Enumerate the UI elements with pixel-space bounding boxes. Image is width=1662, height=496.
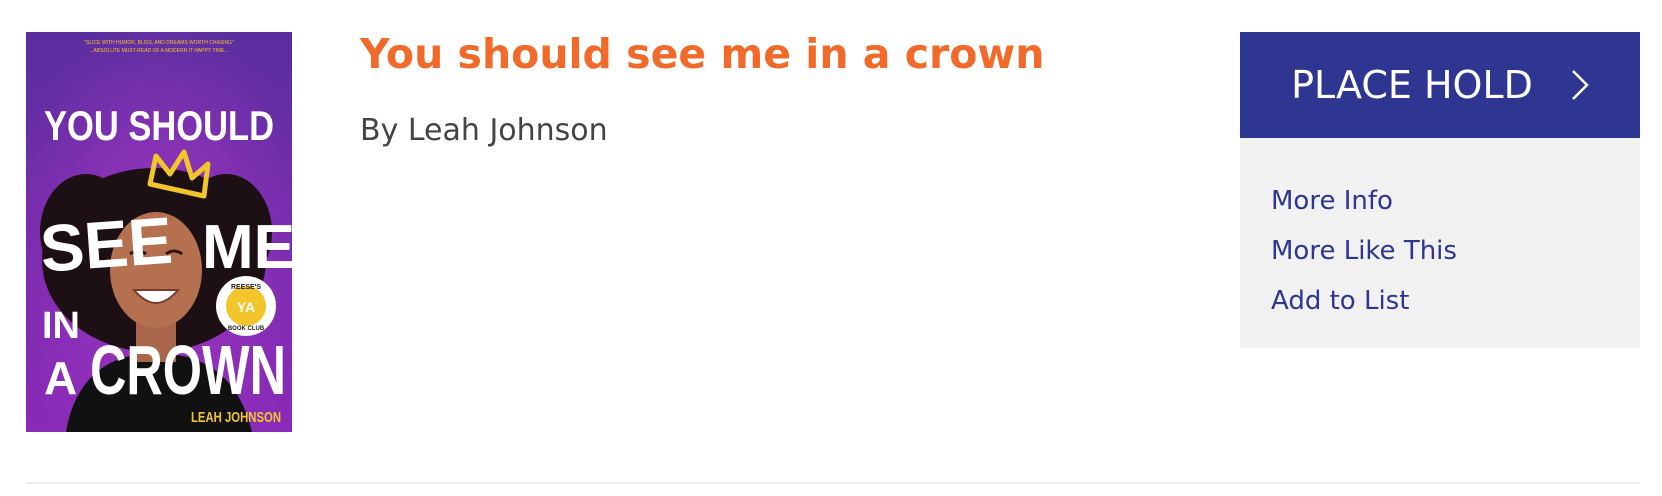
- actions-panel: PLACE HOLD More Info More Like This Add …: [1240, 32, 1640, 348]
- cover-title-in: IN: [42, 305, 80, 347]
- badge-line-3: BOOK CLUB: [228, 326, 265, 332]
- badge-line-2: YA: [237, 299, 255, 315]
- cover-blurb-line-1: "SLICE WITH HUMOR, BLISS, AND DREAMS WOR…: [84, 40, 234, 46]
- book-author: By Leah Johnson: [360, 113, 608, 149]
- place-hold-button[interactable]: PLACE HOLD: [1240, 32, 1640, 138]
- book-title-link[interactable]: You should see me in a crown: [360, 30, 1045, 79]
- action-links: More Info More Like This Add to List: [1240, 138, 1640, 326]
- cover-title-a: A: [44, 352, 77, 404]
- badge-line-1: REESE'S: [231, 284, 261, 291]
- cover-author: LEAH JOHNSON: [191, 409, 281, 426]
- row-divider: [26, 482, 1640, 484]
- more-info-link[interactable]: More Info: [1271, 176, 1640, 226]
- cover-title-me: ME: [202, 213, 292, 282]
- cover-blurb-line-2: ...ABSOLUTE MUST-READ OF A MODERN IT HAP…: [89, 48, 228, 54]
- search-result-row: "SLICE WITH HUMOR, BLISS, AND DREAMS WOR…: [0, 0, 1662, 496]
- book-cover-image[interactable]: "SLICE WITH HUMOR, BLISS, AND DREAMS WOR…: [26, 32, 292, 432]
- book-info: You should see me in a crown By Leah Joh…: [360, 30, 1045, 149]
- place-hold-label: PLACE HOLD: [1291, 63, 1533, 107]
- cover-title-crown: CROWN: [90, 331, 286, 409]
- cover-title-line-1: YOU SHOULD: [44, 102, 274, 149]
- cover-title-see: SEE: [38, 203, 175, 286]
- chevron-right-icon: [1571, 69, 1589, 101]
- add-to-list-link[interactable]: Add to List: [1271, 276, 1640, 326]
- more-like-this-link[interactable]: More Like This: [1271, 226, 1640, 276]
